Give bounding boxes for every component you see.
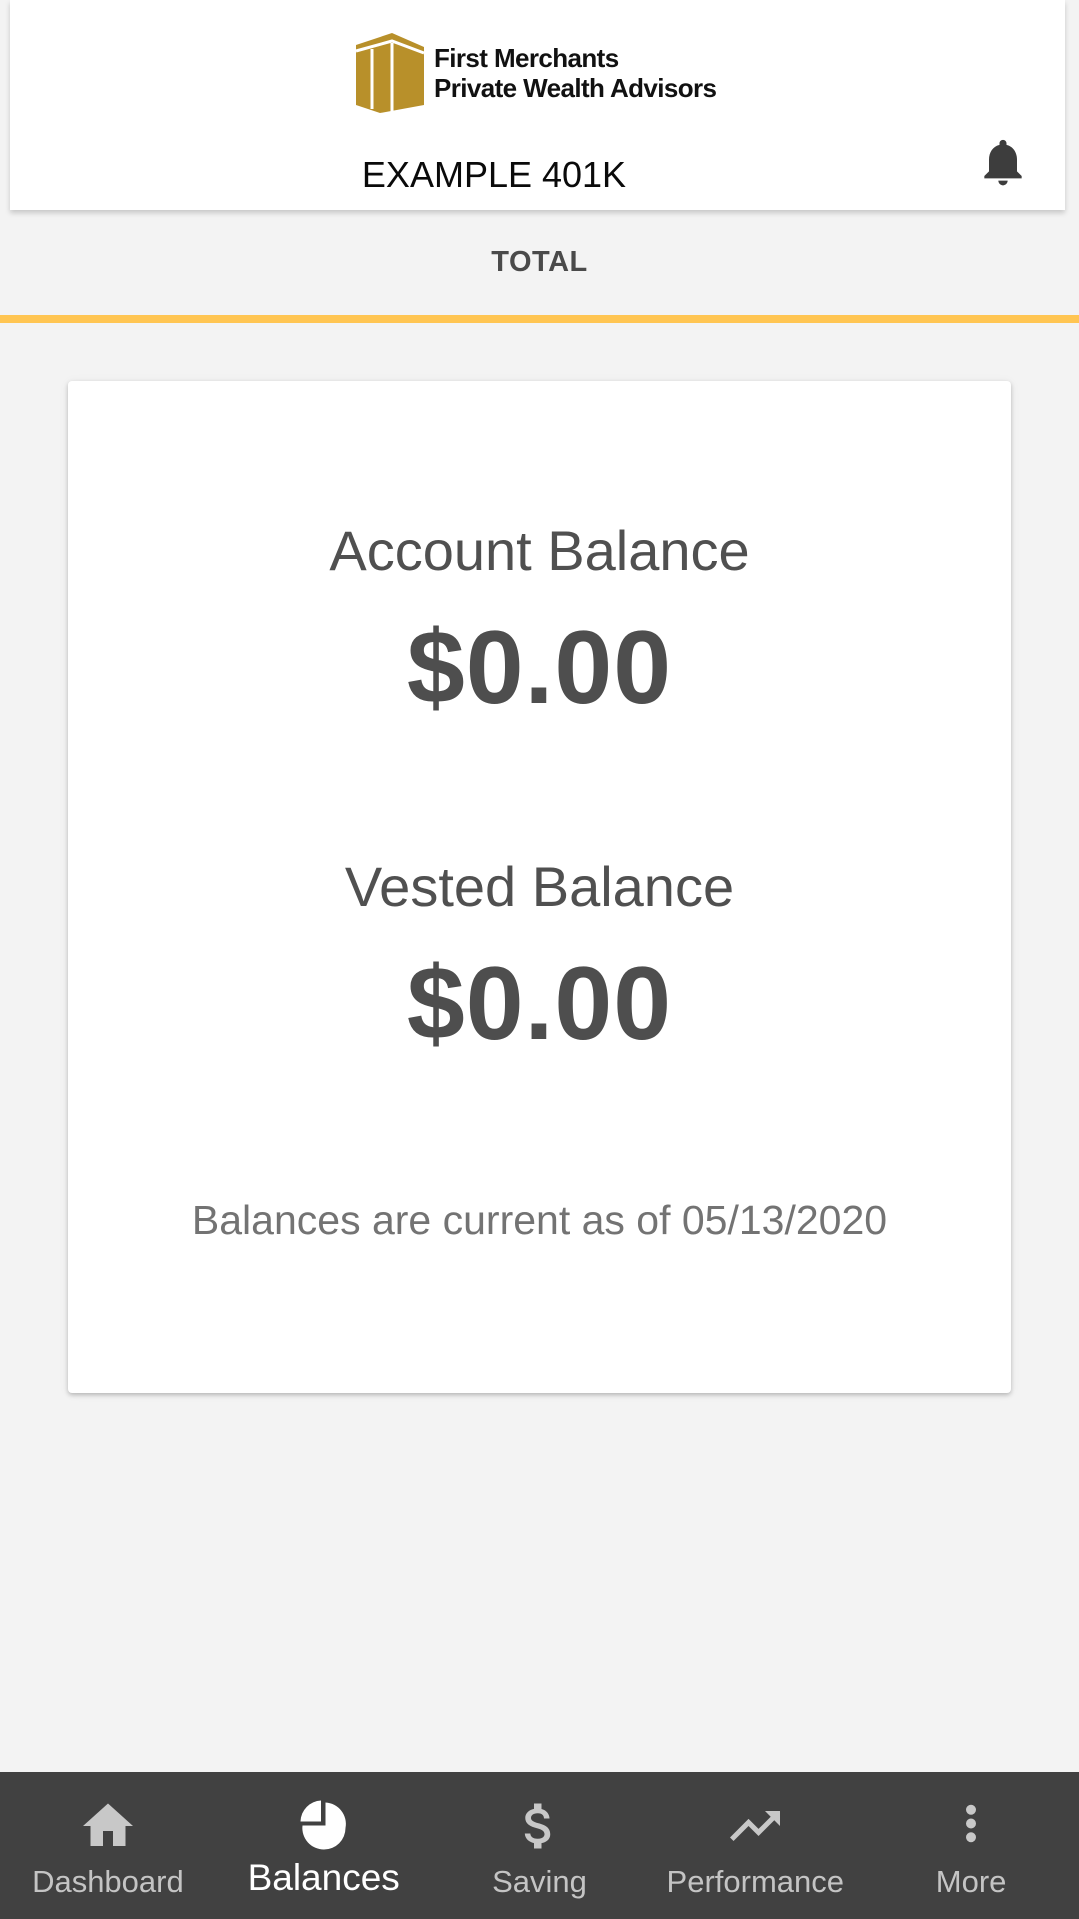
dollar-icon	[525, 1803, 551, 1849]
vested-balance-label: Vested Balance	[344, 855, 735, 918]
nav-label: Dashboard	[32, 1864, 184, 1899]
bell-icon[interactable]	[975, 132, 1031, 192]
nav-dashboard[interactable]: Dashboard	[0, 1772, 216, 1919]
building-logo-icon	[355, 33, 425, 113]
brand-logo: First Merchants Private Wealth Advisors	[352, 33, 742, 115]
account-title: EXAMPLE 401K	[361, 154, 627, 195]
balance-card: Account Balance $0.00 Vested Balance $0.…	[68, 381, 1011, 1393]
nav-saving[interactable]: Saving	[432, 1772, 648, 1919]
vested-balance-value: $0.00	[406, 946, 673, 1062]
nav-label: Performance	[666, 1864, 845, 1899]
trending-up-icon	[730, 1811, 781, 1841]
balances-as-of-text: Balances are current as of 05/13/2020	[191, 1197, 888, 1243]
nav-performance[interactable]: Performance	[647, 1772, 863, 1919]
nav-more[interactable]: More	[863, 1772, 1079, 1919]
active-tab-indicator	[0, 315, 1079, 323]
nav-label: Saving	[492, 1864, 587, 1899]
pie-chart-icon	[300, 1800, 346, 1850]
account-balance-label: Account Balance	[329, 519, 750, 582]
tab-bar: TOTAL	[0, 210, 1079, 315]
bottom-navigation: Dashboard Balances Saving Performance Mo…	[0, 1772, 1079, 1919]
more-vertical-icon	[966, 1804, 977, 1843]
brand-line-1: First Merchants	[434, 43, 619, 73]
brand-name: First Merchants Private Wealth Advisors	[434, 43, 717, 103]
nav-label: Balances	[247, 1857, 400, 1898]
nav-label: More	[935, 1864, 1007, 1899]
brand-line-2: Private Wealth Advisors	[434, 73, 717, 103]
account-balance-value: $0.00	[406, 610, 673, 726]
home-icon	[82, 1803, 133, 1846]
app-header: First Merchants Private Wealth Advisors …	[10, 0, 1065, 210]
nav-balances[interactable]: Balances	[216, 1772, 432, 1919]
tab-total[interactable]: TOTAL	[0, 246, 1079, 279]
